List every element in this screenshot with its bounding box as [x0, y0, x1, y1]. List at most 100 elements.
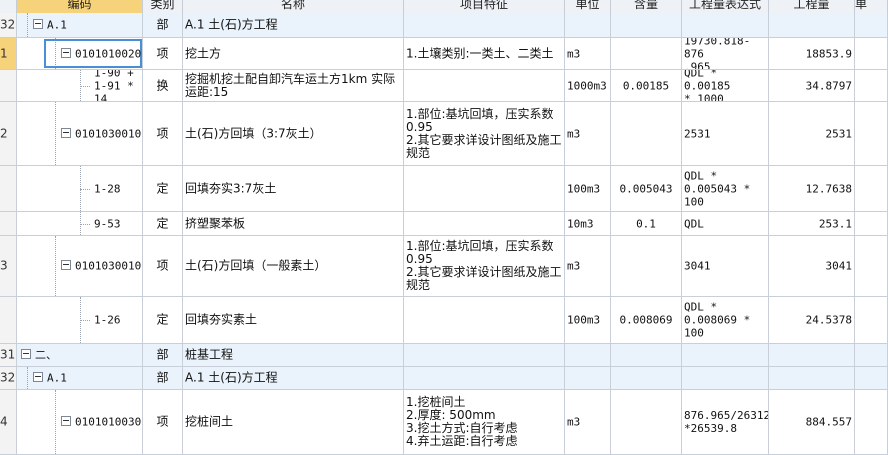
cell-content[interactable]: 0.1: [611, 212, 682, 235]
cell-code[interactable]: A.1: [17, 13, 143, 37]
cell-code[interactable]: 010103001002: [17, 236, 143, 296]
cell-code[interactable]: 010101003001: [17, 390, 143, 454]
cell-name[interactable]: 回填夯实素土: [183, 297, 404, 343]
cell-type[interactable]: 项: [143, 38, 183, 69]
cell-features[interactable]: 1.土壤类别:一类土、二类土: [404, 38, 565, 69]
cell-type[interactable]: 部: [143, 367, 183, 389]
cell-unit[interactable]: 1000m3: [565, 70, 611, 101]
cell-name[interactable]: 回填夯实3:7灰土: [183, 166, 404, 211]
cell-qty[interactable]: 884.557: [769, 390, 855, 454]
cell-extra[interactable]: [855, 367, 888, 389]
cell-features[interactable]: [404, 297, 565, 343]
header-formula[interactable]: 工程量表达式: [682, 0, 769, 13]
cell-extra[interactable]: [855, 297, 888, 343]
cell-features[interactable]: [404, 166, 565, 211]
collapse-toggle-icon[interactable]: [61, 47, 71, 58]
cell-qty[interactable]: 34.8797: [769, 70, 855, 101]
cell-type[interactable]: 项: [143, 390, 183, 454]
table-row[interactable]: 1-28 定 回填夯实3:7灰土 100m3 0.005043 QDL * 0.00504…: [0, 166, 888, 212]
cell-features[interactable]: 1.挖桩间土 2.厚度: 500mm 3.挖土方式:自行考虑 4.弃土运距:自行…: [404, 390, 565, 454]
header-unit[interactable]: 单位: [565, 0, 611, 13]
cell-code[interactable]: 9-53: [17, 212, 143, 235]
cell-content[interactable]: 0.008069: [611, 297, 682, 343]
cell-unit[interactable]: m3: [565, 236, 611, 296]
cell-formula[interactable]: QDL * 0.008069 * 100: [682, 297, 769, 343]
cell-name[interactable]: 挤塑聚苯板: [183, 212, 404, 235]
collapse-toggle-icon[interactable]: [33, 372, 43, 382]
cell-extra[interactable]: [855, 38, 888, 69]
cell-name[interactable]: A.1 土(石)方工程: [183, 367, 404, 389]
cell-content[interactable]: 0.005043: [611, 166, 682, 211]
cell-extra[interactable]: [855, 236, 888, 296]
cell-content[interactable]: [611, 236, 682, 296]
cell-name[interactable]: 土(石)方回填（3:7灰土）: [183, 102, 404, 165]
cell-qty[interactable]: 2531: [769, 102, 855, 165]
table-row[interactable]: 2 010103001001 项 土(石)方回填（3:7灰土） 1.部位:基坑回填，压实…: [0, 102, 888, 166]
table-row[interactable]: 1 010101002002 项 挖土方 1.土壤类别:一类土、二类土 m3 19730.8…: [0, 38, 888, 70]
cell-features[interactable]: [404, 13, 565, 37]
cell-qty[interactable]: 18853.9: [769, 38, 855, 69]
collapse-toggle-icon[interactable]: [33, 19, 43, 29]
cell-code[interactable]: 010103001001: [17, 102, 143, 165]
table-row[interactable]: 1-26 定 回填夯实素土 100m3 0.008069 QDL * 0.008069 *…: [0, 297, 888, 344]
header-code[interactable]: 编码: [17, 0, 143, 13]
cell-content[interactable]: 0.00185: [611, 70, 682, 101]
cell-type[interactable]: 部: [143, 344, 183, 366]
cell-extra[interactable]: [855, 344, 888, 366]
cell-type[interactable]: 项: [143, 236, 183, 296]
cell-name[interactable]: 挖土方: [183, 38, 404, 69]
cell-code[interactable]: A.1: [17, 367, 143, 389]
cell-code[interactable]: 1-26: [17, 297, 143, 343]
header-quantity[interactable]: 工程量: [769, 0, 855, 13]
cell-features[interactable]: 1.部位:基坑回填，压实系数 0.95 2.其它要求详设计图纸及施工 规范: [404, 102, 565, 165]
cell-extra[interactable]: [855, 212, 888, 235]
cell-extra[interactable]: [855, 102, 888, 165]
cell-name[interactable]: 挖掘机挖土配自卸汽车运土方1km 实际运距:15: [183, 70, 404, 101]
cell-code[interactable]: 010101002002: [17, 38, 143, 69]
cell-type[interactable]: 部: [143, 13, 183, 37]
cell-type[interactable]: 换: [143, 70, 183, 101]
cell-qty[interactable]: [769, 367, 855, 389]
collapse-toggle-icon[interactable]: [61, 260, 71, 270]
cell-unit[interactable]: 10m3: [565, 212, 611, 235]
cell-features[interactable]: [404, 70, 565, 101]
header-name[interactable]: 名称: [183, 0, 404, 13]
cell-name[interactable]: 挖桩间土: [183, 390, 404, 454]
cell-features[interactable]: [404, 212, 565, 235]
cell-formula[interactable]: QDL * 0.005043 * 100: [682, 166, 769, 211]
cell-qty[interactable]: [769, 13, 855, 37]
cell-content[interactable]: [611, 367, 682, 389]
cell-content[interactable]: [611, 38, 682, 69]
cell-formula[interactable]: QDL * 0.00185 * 1000: [682, 70, 769, 101]
table-row[interactable]: 3 010103001002 项 土(石)方回填（一般素土） 1.部位:基坑回填，压实系…: [0, 236, 888, 297]
cell-formula[interactable]: QDL: [682, 212, 769, 235]
cell-content[interactable]: [611, 390, 682, 454]
cell-formula[interactable]: [682, 13, 769, 37]
cell-unit[interactable]: 100m3: [565, 166, 611, 211]
collapse-toggle-icon[interactable]: [61, 416, 71, 426]
cell-formula[interactable]: [682, 344, 769, 366]
cell-qty[interactable]: 253.1: [769, 212, 855, 235]
cell-name[interactable]: A.1 土(石)方工程: [183, 13, 404, 37]
cell-type[interactable]: 定: [143, 166, 183, 211]
cell-unit[interactable]: m3: [565, 102, 611, 165]
collapse-toggle-icon[interactable]: [21, 349, 31, 359]
cell-unit[interactable]: [565, 13, 611, 37]
cell-extra[interactable]: [855, 390, 888, 454]
table-row[interactable]: 4 010101003001 项 挖桩间土 1.挖桩间土 2.厚度: 500mm 3.挖…: [0, 390, 888, 455]
table-row[interactable]: 9-53 定 挤塑聚苯板 10m3 0.1 QDL 253.1: [0, 212, 888, 236]
cell-qty[interactable]: 12.7638: [769, 166, 855, 211]
collapse-toggle-icon[interactable]: [61, 127, 71, 138]
table-row[interactable]: 31 二、 部 桩基工程: [0, 344, 888, 367]
header-content[interactable]: 含量: [611, 0, 682, 13]
cell-unit[interactable]: [565, 344, 611, 366]
cell-type[interactable]: 定: [143, 297, 183, 343]
cell-content[interactable]: [611, 102, 682, 165]
cell-extra[interactable]: [855, 166, 888, 211]
cell-code[interactable]: 1-90 + 1-91 * 14: [17, 70, 143, 101]
cell-unit[interactable]: 100m3: [565, 297, 611, 343]
cell-qty[interactable]: 3041: [769, 236, 855, 296]
cell-features[interactable]: 1.部位:基坑回填，压实系数 0.95 2.其它要求详设计图纸及施工 规范: [404, 236, 565, 296]
cell-formula[interactable]: 19730.818-876 .965: [682, 38, 769, 69]
table-row[interactable]: 32 A.1 部 A.1 土(石)方工程: [0, 13, 888, 38]
